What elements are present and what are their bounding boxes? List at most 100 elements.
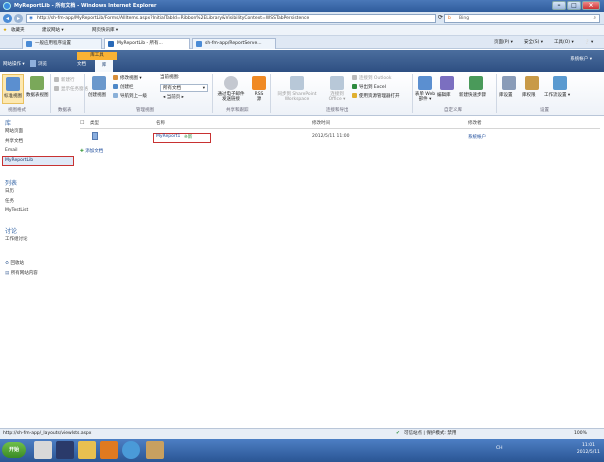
suggested-sites[interactable]: 建议网站 ▾	[42, 25, 64, 36]
show-taskpane-button[interactable]: 显示任务窗格	[54, 86, 88, 93]
tab-general-settings[interactable]: 一般应用程序设置	[22, 38, 102, 49]
create-column-button[interactable]: 创建栏	[113, 84, 134, 91]
add-document-link[interactable]: ✚ 添加文档	[80, 148, 103, 154]
address-input[interactable]: ◉ http://sh-fm-app/MyReportLib/Forms/All…	[26, 14, 436, 23]
web-slice-gallery[interactable]: 网页快讯库 ▾	[92, 25, 118, 36]
nav-item-site-pages[interactable]: 网站页面	[5, 128, 23, 134]
document-modified-by[interactable]: 系统帐户	[468, 134, 486, 140]
paint-icon[interactable]	[146, 441, 164, 459]
ribbon: 标准视图 数据表视图 新建行 显示任务窗格 创建视图 修改视图 ▾ 创建栏 导航…	[0, 72, 604, 116]
system-clock[interactable]: 11:01 2012/5/11	[577, 442, 600, 456]
form-webparts-button[interactable]: 表单 Web 部件 ▾	[414, 74, 436, 104]
separator	[496, 74, 497, 113]
chevron-down-icon: ▾	[202, 86, 205, 91]
nav-item-all-site-content[interactable]: ▤ 所有网站内容	[5, 270, 38, 276]
ie-logo-icon	[3, 2, 11, 10]
edit-library-button[interactable]: 编辑库	[437, 74, 457, 104]
favorites-button[interactable]: 收藏夹	[11, 25, 25, 36]
nav-item-calendar[interactable]: 日历	[5, 188, 14, 194]
workflow-settings-button[interactable]: 工作流设置 ▾	[544, 74, 576, 104]
nav-item-tasks[interactable]: 任务	[5, 198, 14, 204]
nav-item-recycle-bin[interactable]: ♻ 回收站	[5, 260, 24, 266]
safety-menu[interactable]: 安全(S) ▾	[524, 39, 543, 47]
nav-item-email[interactable]: Email	[5, 148, 18, 153]
library-permissions-button[interactable]: 库权限	[521, 74, 543, 104]
explorer-folder-icon[interactable]	[78, 441, 96, 459]
permissions-icon	[525, 76, 539, 90]
address-toolbar: ◂ ▸ ◉ http://sh-fm-app/MyReportLib/Forms…	[0, 12, 604, 25]
search-icon[interactable]: ⌕	[593, 15, 596, 23]
group-label-share-track: 共享和跟踪	[226, 108, 249, 113]
trusted-zone-icon: ✔	[396, 431, 400, 436]
start-button[interactable]: 开始	[2, 442, 26, 458]
tab-reportserver[interactable]: sh-fm-app/ReportServe...	[192, 38, 276, 49]
export-excel-button[interactable]: 导出到 Excel	[352, 84, 386, 91]
nav-item-myreportlib[interactable]: MyReportLib	[5, 158, 33, 163]
site-content-icon: ▤	[5, 271, 10, 276]
nav-item-team-discussion[interactable]: 工作组讨论	[5, 236, 28, 242]
refresh-icon[interactable]: ⟳	[438, 14, 443, 21]
form-icon	[418, 76, 432, 90]
page-menu[interactable]: 页面(P) ▾	[494, 39, 513, 47]
quickstep-icon	[469, 76, 483, 90]
language-indicator[interactable]: CH	[496, 446, 503, 451]
current-page-pager[interactable]: ◂ 当前页 ▸	[163, 95, 184, 101]
back-icon[interactable]: ◂	[3, 14, 12, 23]
document-name-link[interactable]: MyReport1	[156, 134, 180, 139]
open-explorer-button[interactable]: 使用资源管理器打开	[352, 93, 400, 100]
zoom-level[interactable]: 100%	[574, 429, 587, 439]
email-link-button[interactable]: 通过电子邮件发送链接	[216, 74, 246, 104]
connect-office-button[interactable]: 连接到 Office ▾	[324, 74, 350, 104]
account-menu[interactable]: 系统帐户 ▾	[570, 56, 592, 62]
gear-icon	[502, 76, 516, 90]
maximize-button[interactable]: □	[567, 1, 581, 10]
tab-browse[interactable]: 浏览	[38, 61, 47, 67]
nav-item-mytestlist[interactable]: MyTestList	[5, 208, 28, 213]
search-input[interactable]: b Bing ⌕	[444, 14, 600, 23]
tab-documents[interactable]: 文档	[77, 61, 86, 67]
separator	[270, 74, 271, 113]
group-label-manage-views: 管理视图	[136, 108, 154, 113]
select-all-checkbox[interactable]: ☐	[80, 120, 84, 126]
app-icon[interactable]	[100, 441, 118, 459]
new-row-button[interactable]: 新建行	[54, 77, 75, 84]
column-header-name[interactable]: 名称	[156, 120, 165, 126]
create-view-button[interactable]: 创建视图	[88, 74, 110, 104]
nav-item-shared-docs[interactable]: 共享文档	[5, 138, 23, 144]
column-header-type[interactable]: 类型	[90, 120, 99, 126]
nav-heading-lists[interactable]: 列表	[5, 178, 17, 187]
bing-icon: b	[448, 16, 451, 21]
connect-outlook-button[interactable]: 连接到 Outlook	[352, 75, 391, 82]
tab-library[interactable]: 库	[95, 60, 113, 72]
powershell-icon[interactable]	[56, 441, 74, 459]
column-header-modified[interactable]: 修改时间	[312, 120, 330, 126]
tab-myreportlib[interactable]: MyReportLib - 所有...	[104, 38, 190, 49]
tools-menu[interactable]: 工具(O) ▾	[554, 39, 574, 47]
folder-icon	[352, 93, 357, 98]
rss-button[interactable]: RSS 源	[250, 74, 268, 104]
standard-view-button[interactable]: 标准视图	[2, 74, 24, 104]
minimize-button[interactable]: –	[552, 1, 566, 10]
library-settings-button[interactable]: 库设置	[498, 74, 520, 104]
modify-view-button[interactable]: 修改视图 ▾	[113, 75, 142, 82]
new-badge: ※新	[184, 135, 193, 140]
forward-icon[interactable]: ▸	[14, 14, 23, 23]
create-column-icon	[113, 84, 118, 89]
site-actions-menu[interactable]: 网站操作 ▾	[3, 61, 25, 67]
datasheet-view-button[interactable]: 数据表视图	[26, 74, 49, 104]
sync-workspace-button[interactable]: 同步到 SharePoint Workspace	[272, 74, 322, 104]
navigate-up-button[interactable]: 导航到上一级	[113, 93, 147, 100]
ie-taskbar-icon[interactable]	[122, 441, 140, 459]
office-icon	[330, 76, 344, 90]
current-view-select[interactable]: 所有文档 ▾	[160, 84, 208, 92]
navigate-up-icon[interactable]	[30, 60, 36, 67]
close-button[interactable]: ×	[582, 1, 600, 10]
column-header-modified-by[interactable]: 修改者	[468, 120, 482, 126]
server-manager-icon[interactable]	[34, 441, 52, 459]
security-zone[interactable]: 可信站点 | 保护模式: 禁用	[404, 429, 456, 439]
new-quickstep-button[interactable]: 新建快速步骤	[459, 74, 493, 104]
outlook-icon	[352, 75, 357, 80]
nav-heading-discussions[interactable]: 讨论	[5, 226, 17, 235]
nav-heading-libraries[interactable]: 库	[5, 118, 11, 127]
help-menu[interactable]: ❔ ▾	[584, 39, 593, 47]
